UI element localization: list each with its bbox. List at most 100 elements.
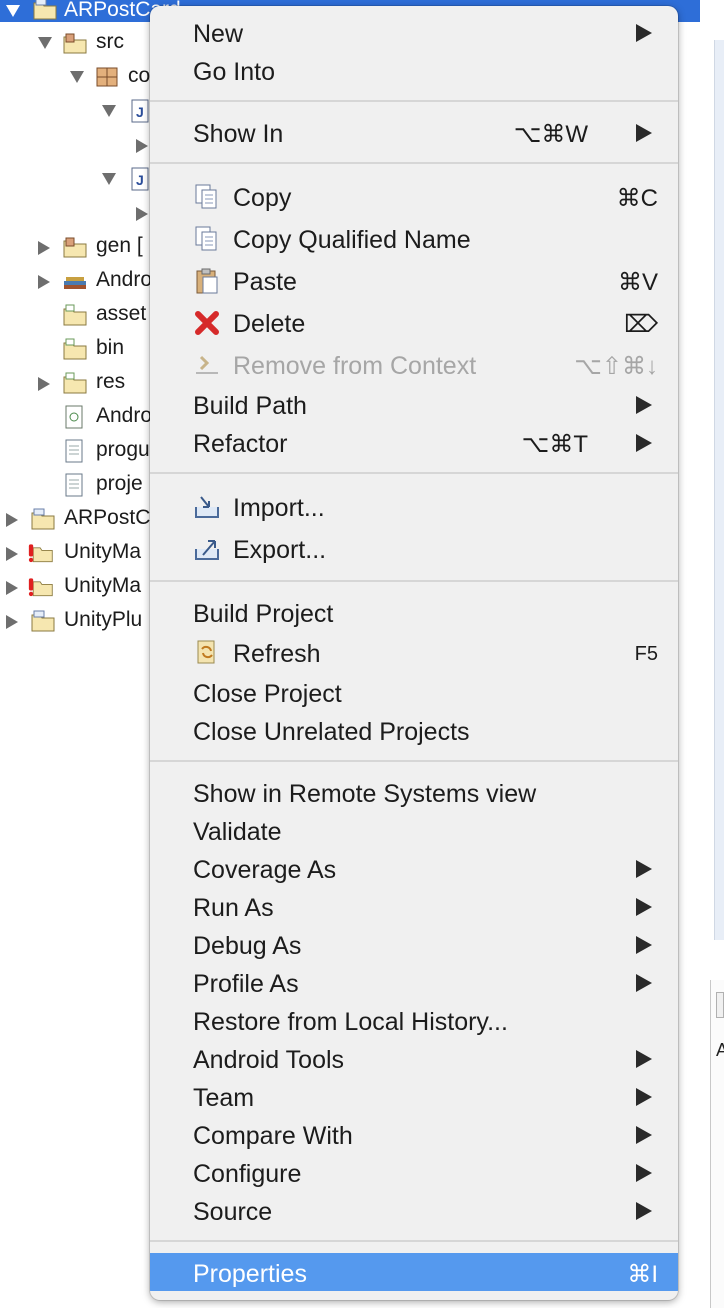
menu-item-compare-with[interactable]: Compare With — [150, 1115, 678, 1153]
expand-toggle-icon[interactable] — [6, 581, 18, 595]
expand-toggle-icon[interactable] — [102, 173, 116, 185]
tree-row-java-file[interactable]: J — [0, 162, 160, 196]
tree-label: UnityPlu — [64, 608, 143, 631]
menu-item-label: Debug As — [193, 932, 302, 960]
menu-item-label: Paste — [233, 268, 297, 296]
menu-separator — [150, 162, 678, 164]
expand-toggle-icon[interactable] — [38, 275, 50, 289]
menu-item-copy-qualified-name[interactable]: Copy Qualified Name — [150, 219, 678, 257]
menu-item-refactor[interactable]: Refactor ⌥⌘T — [150, 423, 678, 461]
expand-toggle-icon[interactable] — [102, 105, 116, 117]
tree-row-class[interactable] — [0, 128, 160, 162]
menu-item-label: Copy — [233, 184, 292, 212]
menu-item-team[interactable]: Team — [150, 1077, 678, 1115]
menu-item-label: New — [193, 20, 244, 48]
menu-item-close-project[interactable]: Close Project — [150, 673, 678, 711]
menu-item-show-in[interactable]: Show In ⌥⌘W — [150, 113, 678, 151]
tree-label: ARPostC — [64, 506, 151, 529]
submenu-arrow-icon — [636, 1202, 652, 1220]
tree-row-project[interactable]: UnityPlu — [0, 604, 160, 638]
menu-item-run-as[interactable]: Run As — [150, 887, 678, 925]
tree-row-class[interactable] — [0, 196, 160, 230]
menu-item-build-project[interactable]: Build Project — [150, 593, 678, 631]
menu-item-refresh[interactable]: Refresh F5 — [150, 633, 678, 671]
menu-item-label: Go Into — [193, 58, 275, 86]
menu-item-label: Export... — [233, 536, 327, 564]
tree-row-android-library[interactable]: Andro — [0, 264, 160, 298]
menu-item-export[interactable]: Export... — [150, 529, 678, 567]
project-folder-icon — [31, 508, 55, 530]
tree-row-res[interactable]: res — [0, 366, 160, 400]
error-project-icon — [28, 544, 53, 563]
tree-row-project[interactable]: UnityMa — [0, 570, 160, 604]
menu-item-copy[interactable]: Copy ⌘C — [150, 177, 678, 215]
expand-toggle-icon[interactable] — [38, 377, 50, 391]
paste-icon — [196, 268, 218, 294]
menu-item-label: Show in Remote Systems view — [193, 780, 537, 808]
menu-item-build-path[interactable]: Build Path — [150, 385, 678, 423]
menu-separator — [150, 760, 678, 762]
copy-qualified-name-icon — [195, 226, 217, 251]
tree-row-package[interactable]: co — [0, 60, 160, 94]
import-icon — [195, 496, 219, 518]
menu-item-label: Run As — [193, 894, 274, 922]
tree-label: src — [96, 30, 124, 53]
menu-item-label: Source — [193, 1198, 273, 1226]
menu-item-coverage-as[interactable]: Coverage As — [150, 849, 678, 887]
tree-row-assets[interactable]: asset — [0, 298, 160, 332]
tree-row-gen[interactable]: gen [ — [0, 230, 160, 264]
expand-toggle-icon[interactable] — [6, 513, 18, 527]
menu-item-source[interactable]: Source — [150, 1191, 678, 1229]
menu-separator — [150, 100, 678, 102]
pane-tab[interactable] — [716, 992, 724, 1018]
menu-item-label: Build Path — [193, 392, 307, 420]
expand-toggle-icon[interactable] — [38, 241, 50, 255]
menu-item-new[interactable]: New — [150, 13, 678, 51]
submenu-arrow-icon — [636, 936, 652, 954]
tree-row-java-file[interactable]: J — [0, 94, 160, 128]
tree-label: co — [128, 64, 151, 87]
source-folder-icon — [63, 33, 87, 54]
menu-item-shortcut: ⌥⌘W — [513, 121, 588, 148]
menu-item-close-unrelated-projects[interactable]: Close Unrelated Projects — [150, 711, 678, 749]
menu-item-debug-as[interactable]: Debug As — [150, 925, 678, 963]
menu-item-show-in-remote-systems[interactable]: Show in Remote Systems view — [150, 773, 678, 811]
menu-item-go-into[interactable]: Go Into — [150, 51, 678, 89]
tree-row-bin[interactable]: bin — [0, 332, 160, 366]
expand-toggle-icon[interactable] — [136, 139, 148, 153]
menu-item-label: Restore from Local History... — [193, 1008, 508, 1036]
tree-row-project-properties[interactable]: proje — [0, 468, 160, 502]
menu-item-configure[interactable]: Configure — [150, 1153, 678, 1191]
project-folder-icon — [31, 610, 55, 632]
expand-toggle-icon[interactable] — [6, 547, 18, 561]
submenu-arrow-icon — [636, 1164, 652, 1182]
expand-toggle-icon[interactable] — [70, 71, 84, 83]
menu-item-import[interactable]: Import... — [150, 487, 678, 525]
expand-toggle-icon[interactable] — [38, 37, 52, 49]
menu-item-properties[interactable]: Properties ⌘I — [150, 1253, 678, 1291]
menu-item-label: Import... — [233, 494, 325, 522]
tree-label: gen [ — [96, 234, 143, 257]
menu-item-shortcut: ⌥⌘T — [521, 431, 588, 458]
expand-toggle-icon[interactable] — [136, 207, 148, 221]
tree-row-proguard[interactable]: progu — [0, 434, 160, 468]
menu-item-delete[interactable]: Delete ⌦ — [150, 303, 678, 341]
expand-toggle-icon[interactable] — [6, 615, 18, 629]
menu-item-restore-from-local-history[interactable]: Restore from Local History... — [150, 1001, 678, 1039]
menu-item-label: Properties — [193, 1260, 307, 1288]
menu-item-label: Copy Qualified Name — [233, 226, 471, 254]
tree-row-android-manifest[interactable]: Andro — [0, 400, 160, 434]
delete-icon — [195, 311, 219, 335]
tree-row-src[interactable]: src — [0, 26, 160, 60]
menu-item-validate[interactable]: Validate — [150, 811, 678, 849]
folder-icon — [63, 304, 87, 326]
tree-row-project[interactable]: ARPostC — [0, 502, 160, 536]
expand-toggle-icon[interactable] — [6, 5, 20, 17]
menu-item-profile-as[interactable]: Profile As — [150, 963, 678, 1001]
menu-item-android-tools[interactable]: Android Tools — [150, 1039, 678, 1077]
editor-pane-edge — [714, 40, 724, 940]
tree-label: Andro — [96, 404, 153, 427]
tree-row-project[interactable]: UnityMa — [0, 536, 160, 570]
menu-item-paste[interactable]: Paste ⌘V — [150, 261, 678, 299]
export-icon — [195, 540, 219, 560]
